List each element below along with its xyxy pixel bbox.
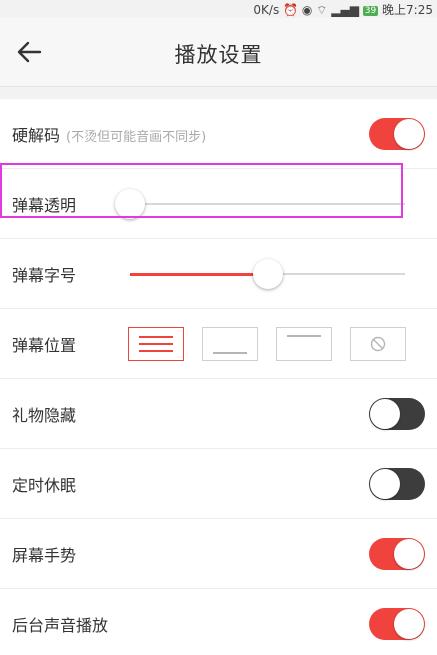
wifi-icon: ⌔ bbox=[316, 3, 328, 17]
bottom-line-icon bbox=[213, 351, 247, 354]
play-settings-screen: 0K/s ⏰ ◉ ⌔ ▂▄▆ 39 晚上7:25 播放设置 硬解码 (不烫但可能音… bbox=[0, 0, 437, 655]
danmaku-opacity-slider[interactable] bbox=[115, 188, 405, 219]
lines-icon bbox=[139, 335, 173, 338]
setting-danmaku-opacity: 弹幕透明 bbox=[0, 169, 437, 239]
sleep-timer-label: 定时休眠 bbox=[12, 475, 77, 495]
ban-icon bbox=[370, 336, 386, 351]
eye-icon: ◉ bbox=[301, 3, 313, 17]
toggle-knob bbox=[394, 538, 424, 569]
top-line-icon bbox=[287, 334, 321, 337]
lines-icon-bottom bbox=[139, 349, 173, 352]
position-option-scroll[interactable] bbox=[128, 326, 184, 361]
screen-gesture-toggle[interactable] bbox=[369, 537, 425, 570]
status-bar: 0K/s ⏰ ◉ ⌔ ▂▄▆ 39 晚上7:25 bbox=[0, 0, 437, 18]
setting-gift-hide: 礼物隐藏 bbox=[0, 379, 437, 449]
danmaku-font-size-label: 弹幕字号 bbox=[12, 265, 77, 285]
toggle-knob bbox=[370, 468, 400, 499]
signal-icon: ▂▄▆ bbox=[331, 3, 359, 17]
slider-thumb[interactable] bbox=[252, 258, 283, 289]
page-title: 播放设置 bbox=[174, 43, 263, 67]
alarm-icon: ⏰ bbox=[283, 3, 298, 17]
screen-gesture-label: 屏幕手势 bbox=[12, 545, 77, 565]
lines-icon-mid bbox=[139, 342, 173, 345]
slider-thumb[interactable] bbox=[115, 188, 145, 219]
toggle-knob bbox=[394, 608, 424, 639]
position-option-bottom[interactable] bbox=[202, 326, 258, 361]
danmaku-font-size-slider[interactable] bbox=[130, 258, 405, 289]
status-time: 晚上7:25 bbox=[382, 3, 433, 17]
slider-fill bbox=[130, 272, 268, 276]
setting-screen-gesture: 屏幕手势 bbox=[0, 519, 437, 589]
status-text: 0K/s ⏰ ◉ ⌔ ▂▄▆ 39 晚上7:25 bbox=[253, 1, 433, 18]
background-audio-label: 后台声音播放 bbox=[12, 615, 109, 635]
settings-list: 硬解码 (不烫但可能音画不同步) 弹幕透明 弹幕字号 弹幕位置 礼物隐藏 定时休… bbox=[0, 99, 437, 655]
setting-hardware-decode: 硬解码 (不烫但可能音画不同步) bbox=[0, 99, 437, 169]
position-option-top[interactable] bbox=[276, 326, 332, 361]
sleep-timer-toggle[interactable] bbox=[369, 467, 425, 500]
gift-hide-toggle[interactable] bbox=[369, 397, 425, 430]
background-audio-toggle[interactable] bbox=[369, 607, 425, 640]
setting-danmaku-font-size: 弹幕字号 bbox=[0, 239, 437, 309]
nav-bar: 播放设置 bbox=[0, 18, 437, 87]
position-option-off[interactable] bbox=[350, 326, 406, 361]
network-speed: 0K/s bbox=[253, 3, 280, 17]
danmaku-position-options bbox=[128, 326, 406, 361]
hardware-decode-hint: (不烫但可能音画不同步) bbox=[66, 129, 207, 145]
slider-track bbox=[130, 202, 405, 205]
toggle-knob bbox=[394, 118, 424, 149]
setting-sleep-timer: 定时休眠 bbox=[0, 449, 437, 519]
setting-danmaku-position: 弹幕位置 bbox=[0, 309, 437, 379]
hardware-decode-label: 硬解码 bbox=[12, 125, 61, 145]
setting-background-audio: 后台声音播放 bbox=[0, 589, 437, 655]
hardware-decode-toggle[interactable] bbox=[369, 117, 425, 150]
danmaku-position-label: 弹幕位置 bbox=[12, 335, 77, 355]
battery-icon: 39 bbox=[362, 6, 379, 16]
danmaku-opacity-label: 弹幕透明 bbox=[12, 195, 77, 215]
setting-label: 硬解码 (不烫但可能音画不同步) bbox=[12, 122, 206, 146]
toggle-knob bbox=[370, 398, 400, 429]
gift-hide-label: 礼物隐藏 bbox=[12, 405, 77, 425]
